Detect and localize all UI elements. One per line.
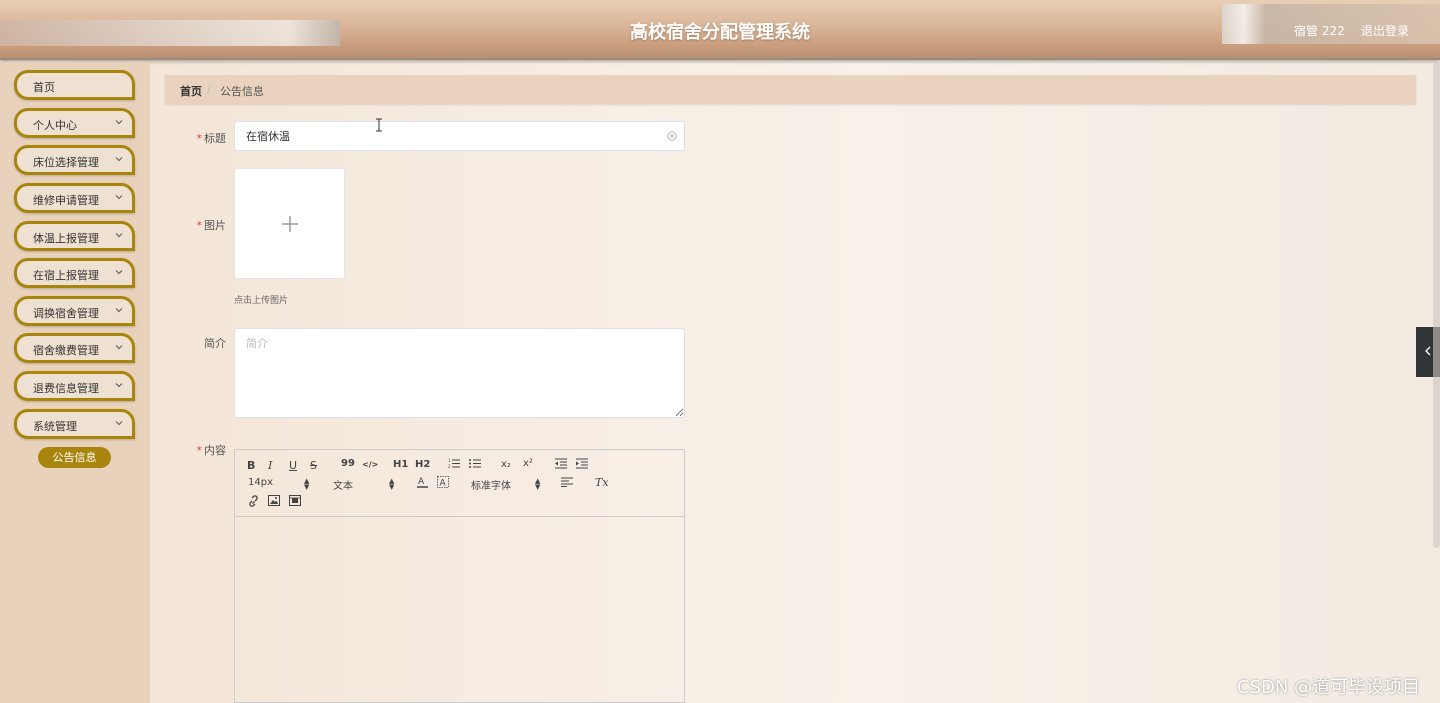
page-scrollbar[interactable]	[1433, 62, 1440, 548]
sidebar-item[interactable]: 调换宿舍管理	[14, 296, 135, 326]
editor-content-area[interactable]	[235, 518, 684, 703]
breadcrumb: 首页 / 公告信息	[165, 75, 1416, 104]
block-format-select[interactable]: 文本 ▲ ▼	[333, 477, 397, 493]
subscript-button[interactable]: x₂	[501, 459, 511, 470]
ordered-list-icon[interactable]: 12	[448, 458, 460, 472]
link-icon[interactable]	[247, 495, 259, 510]
top-header: 高校宿舍分配管理系统 宿管 222 退出登录	[0, 0, 1440, 60]
sidebar-item-label: 调换宿舍管理	[33, 307, 99, 320]
svg-text:2: 2	[448, 464, 451, 469]
upload-tip: 点击上传图片	[234, 296, 289, 306]
font-family-select[interactable]: 标准字体 ▲ ▼	[471, 477, 543, 493]
title-label: * 标题	[196, 132, 227, 145]
clear-format-button[interactable]: Tx	[595, 476, 609, 489]
sidebar-item-label: 维修申请管理	[33, 194, 99, 207]
chevron-left-icon	[1425, 346, 1431, 356]
user-label: 宿管 222	[1294, 24, 1345, 38]
select-arrows-icon: ▲ ▼	[535, 477, 541, 491]
background-color-icon[interactable]: A	[437, 476, 449, 491]
svg-text:A: A	[418, 477, 425, 487]
video-icon[interactable]	[289, 495, 301, 509]
underline-button[interactable]: U	[289, 459, 297, 472]
chevron-down-icon	[115, 343, 123, 351]
select-arrows-icon: ▲ ▼	[304, 477, 310, 491]
breadcrumb-separator: /	[207, 83, 211, 96]
select-arrows-icon: ▲ ▼	[389, 477, 395, 491]
rich-text-editor: B I U S 99 </> H1 H2 12 x₂ x² 14px ▲ ▼ 文本…	[234, 449, 685, 703]
clear-icon[interactable]	[667, 130, 677, 141]
sidebar-item-label: 系统管理	[33, 420, 77, 433]
sidebar-item[interactable]: 维修申请管理	[14, 183, 135, 213]
sidebar-subitem-notice[interactable]: 公告信息	[38, 447, 111, 468]
sidebar-item[interactable]: 首页	[14, 70, 135, 100]
chevron-down-icon	[115, 118, 123, 126]
font-size-select[interactable]: 14px ▲ ▼	[248, 477, 312, 491]
content-label: * 内容	[196, 444, 227, 457]
sidebar-item-label: 退费信息管理	[33, 382, 99, 395]
sidebar-item[interactable]: 个人中心	[14, 108, 135, 138]
chevron-down-icon	[115, 268, 123, 276]
sidebar-item[interactable]: 退费信息管理	[14, 371, 135, 401]
sidebar-item-label: 体温上报管理	[33, 232, 99, 245]
bold-button[interactable]: B	[247, 459, 255, 472]
image-icon[interactable]	[268, 495, 280, 509]
chevron-down-icon	[115, 193, 123, 201]
text-color-icon[interactable]: A	[417, 476, 428, 491]
italic-button[interactable]: I	[268, 459, 272, 472]
sidebar-item-label: 个人中心	[33, 119, 77, 132]
logout-button[interactable]: 退出登录	[1361, 22, 1409, 39]
sidebar-item-label: 在宿上报管理	[33, 269, 99, 282]
sidebar-item[interactable]: 系统管理	[14, 409, 135, 439]
breadcrumb-home[interactable]: 首页	[180, 83, 202, 99]
sidebar-item-label: 宿舍缴费管理	[33, 344, 99, 357]
sidebar-item[interactable]: 床位选择管理	[14, 145, 135, 175]
title-input[interactable]	[234, 121, 685, 151]
svg-text:1: 1	[448, 458, 451, 463]
bullet-list-icon[interactable]	[469, 458, 481, 472]
strike-button[interactable]: S	[310, 459, 317, 472]
watermark: CSDN @道可毕设项目	[1237, 677, 1421, 698]
chevron-down-icon	[115, 155, 123, 163]
app-title: 高校宿舍分配管理系统	[630, 22, 810, 43]
sidebar-item[interactable]: 宿舍缴费管理	[14, 333, 135, 363]
quote-button[interactable]: 99	[341, 458, 355, 469]
indent-icon[interactable]	[576, 458, 588, 472]
superscript-button[interactable]: x²	[523, 458, 533, 469]
outdent-icon[interactable]	[555, 458, 567, 472]
sidebar-item-label: 床位选择管理	[33, 156, 99, 169]
image-upload-box[interactable]	[234, 168, 345, 279]
h2-button[interactable]: H2	[415, 459, 430, 470]
sidebar-item-label: 首页	[33, 81, 55, 94]
svg-text:A: A	[440, 479, 447, 489]
intro-label: 简介	[204, 337, 226, 350]
intro-textarea[interactable]	[234, 328, 685, 418]
align-icon[interactable]	[561, 477, 573, 490]
chevron-down-icon	[115, 419, 123, 427]
text-cursor-icon	[375, 118, 383, 135]
sidebar-item[interactable]: 在宿上报管理	[14, 258, 135, 288]
chevron-down-icon	[115, 381, 123, 389]
code-button[interactable]: </>	[362, 460, 378, 469]
editor-toolbar: B I U S 99 </> H1 H2 12 x₂ x² 14px ▲ ▼ 文本…	[235, 450, 684, 517]
breadcrumb-current: 公告信息	[220, 85, 264, 98]
plus-icon	[282, 216, 298, 232]
image-label: * 图片	[196, 219, 227, 232]
sidebar-item[interactable]: 体温上报管理	[14, 221, 135, 251]
h1-button[interactable]: H1	[393, 459, 408, 470]
chevron-down-icon	[115, 306, 123, 314]
chevron-down-icon	[115, 231, 123, 239]
